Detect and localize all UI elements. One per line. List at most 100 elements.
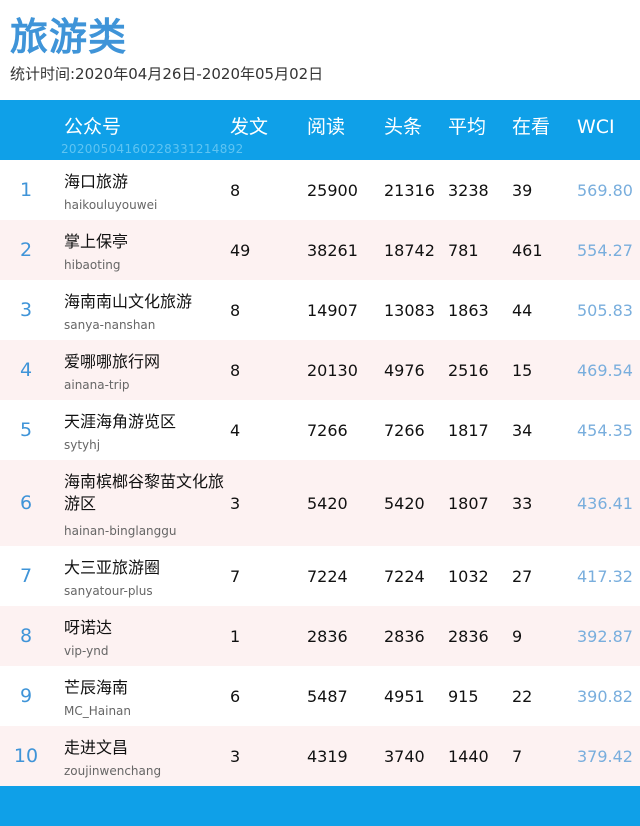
account-name: 大三亚旅游圈 [64,558,161,577]
posts-cell: 8 [230,180,241,200]
table-row[interactable]: 6 海南槟榔谷黎苗文化旅游区 hainan-binglanggu 3 5420 5420 1… [0,460,640,546]
account-id: hainan-binglanggu [64,524,177,538]
account-name: 芒辰海南 [64,678,129,697]
col-wci-header: WCI [577,116,615,138]
wci-cell: 554.27 [577,240,633,260]
posts-cell: 3 [230,493,241,513]
account-id: haikouluyouwei [64,198,158,212]
account-id: hibaoting [64,258,121,272]
posts-cell: 6 [230,686,241,706]
account-id: MC_Hainan [64,704,132,718]
avg-cell: 915 [448,686,479,706]
account-id: sanyatour-plus [64,584,153,598]
account-id: sytyhj [64,438,101,452]
reads-cell: 7224 [307,566,348,586]
posts-cell: 8 [230,360,241,380]
col-watching-header: 在看 [512,116,551,138]
account-name: 海南南山文化旅游 [64,292,193,311]
posts-cell: 1 [230,626,241,646]
account-name: 走进文昌 [64,738,129,757]
avg-cell: 781 [448,240,479,260]
avg-cell: 1440 [448,746,489,766]
table-row[interactable]: 8 呀诺达 vip-ynd 1 2836 2836 2836 9 392.87 [0,606,640,666]
col-headline-header: 头条 [384,116,423,138]
account-id: ainana-trip [64,378,130,392]
headline-cell: 7266 [384,420,425,440]
rank-number: 1 [19,179,33,201]
footer-bar [0,786,640,826]
rank-number: 5 [19,419,33,441]
rank-number: 2 [19,239,33,261]
watching-cell: 34 [512,420,533,440]
posts-cell: 49 [230,240,251,260]
wci-cell: 454.35 [577,420,633,440]
avg-cell: 1817 [448,420,489,440]
wci-cell: 436.41 [577,493,633,513]
wci-cell: 379.42 [577,746,633,766]
watching-cell: 7 [512,746,523,766]
account-name: 爱哪哪旅行网 [64,352,161,371]
headline-cell: 2836 [384,626,425,646]
reads-cell: 38261 [307,240,358,260]
wci-cell: 505.83 [577,300,633,320]
wci-cell: 392.87 [577,626,633,646]
wci-cell: 390.82 [577,686,633,706]
headline-cell: 13083 [384,300,435,320]
wci-cell: 569.80 [577,180,633,200]
posts-cell: 3 [230,746,241,766]
posts-cell: 4 [230,420,241,440]
headline-cell: 7224 [384,566,425,586]
headline-cell: 5420 [384,493,425,513]
headline-cell: 21316 [384,180,435,200]
col-account-header: 公众号 [64,116,122,138]
headline-cell: 18742 [384,240,435,260]
ranking-page: 旅游类 统计时间:2020年04月26日-2020年05月02日 公众号 发文 … [0,0,640,826]
rank-number: 7 [19,565,33,587]
rank-number: 4 [19,359,33,381]
posts-cell: 8 [230,300,241,320]
table-row[interactable]: 2 掌上保亭 hibaoting 49 38261 18742 781 461 554.27 [0,220,640,280]
account-id: zoujinwenchang [64,764,162,778]
date-range: 统计时间:2020年04月26日-2020年05月02日 [10,65,324,83]
avg-cell: 2836 [448,626,489,646]
rank-number: 8 [19,625,33,647]
reads-cell: 7266 [307,420,348,440]
watching-cell: 461 [512,240,543,260]
col-posts-header: 发文 [230,116,269,138]
watching-cell: 27 [512,566,533,586]
col-reads-header: 阅读 [307,116,346,138]
reads-cell: 4319 [307,746,348,766]
table-row[interactable]: 3 海南南山文化旅游 sanya-nanshan 8 14907 13083 1863 44 5… [0,280,640,340]
table-row[interactable]: 10 走进文昌 zoujinwenchang 3 4319 3740 1440 7 379.42 [0,726,640,786]
account-name: 海口旅游 [64,172,129,191]
reads-cell: 20130 [307,360,358,380]
account-id: vip-ynd [64,644,109,658]
table-row[interactable]: 9 芒辰海南 MC_Hainan 6 5487 4951 915 22 390.82 [0,666,640,726]
reads-cell: 2836 [307,626,348,646]
rank-number: 3 [19,299,33,321]
account-name: 天涯海角游览区 [64,412,177,431]
avg-cell: 2516 [448,360,489,380]
reads-cell: 5487 [307,686,348,706]
avg-cell: 1807 [448,493,489,513]
watching-cell: 44 [512,300,533,320]
ranking-table-body: 1 海口旅游 haikouluyouwei 8 25900 21316 3238 39 569.… [0,160,640,786]
rank-number: 10 [13,745,39,767]
reads-cell: 25900 [307,180,358,200]
table-row[interactable]: 1 海口旅游 haikouluyouwei 8 25900 21316 3238 39 569.… [0,160,640,220]
avg-cell: 1863 [448,300,489,320]
account-name: 掌上保亭 [64,232,129,251]
reads-cell: 14907 [307,300,358,320]
table-row[interactable]: 5 天涯海角游览区 sytyhj 4 7266 7266 1817 34 454.35 [0,400,640,460]
watching-cell: 22 [512,686,533,706]
avg-cell: 3238 [448,180,489,200]
account-name: 呀诺达 [64,618,113,637]
table-row[interactable]: 7 大三亚旅游圈 sanyatour-plus 7 7224 7224 1032 27 417.… [0,546,640,606]
account-name: 海南槟榔谷黎苗文化旅游区 [64,472,225,513]
rank-number: 6 [19,492,33,514]
headline-cell: 4951 [384,686,425,706]
table-row[interactable]: 4 爱哪哪旅行网 ainana-trip 8 20130 4976 2516 15 469.54 [0,340,640,400]
report-code: 20200504160228331214892 [61,142,244,156]
avg-cell: 1032 [448,566,489,586]
page-title: 旅游类 [10,15,128,59]
